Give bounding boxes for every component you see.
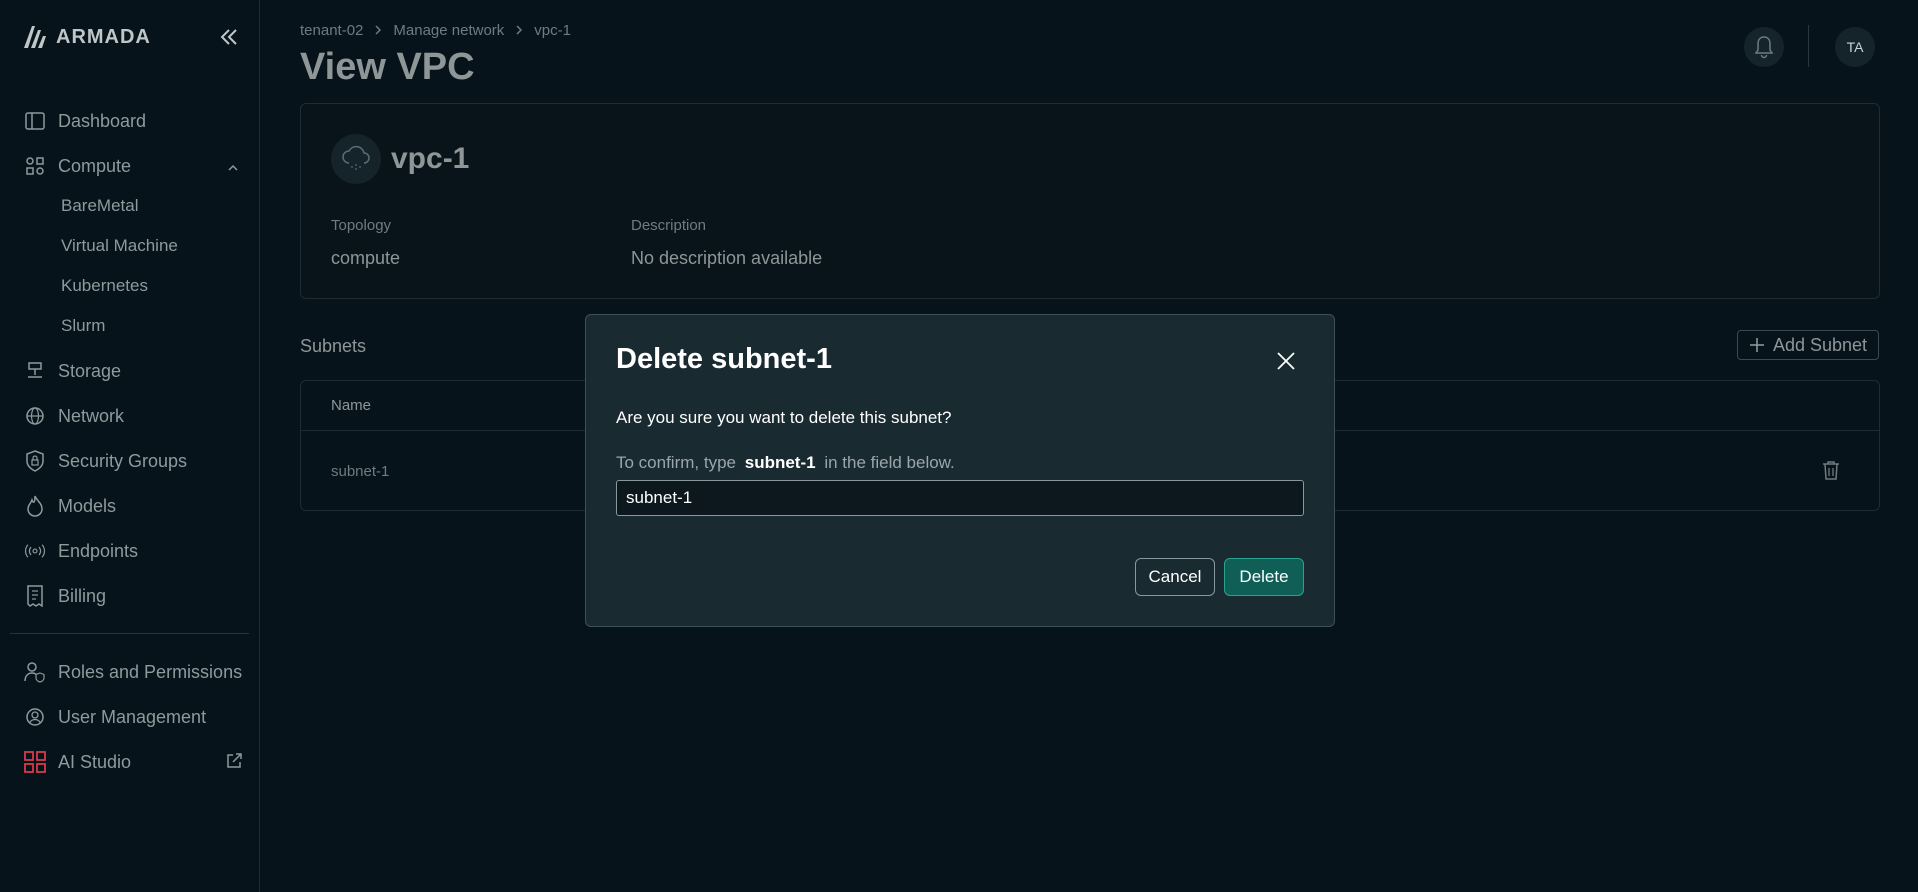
confirm-delete-button[interactable]: Delete [1224, 558, 1304, 596]
sidebar-divider [10, 633, 249, 634]
plus-icon [1749, 338, 1764, 352]
sidebar-item-label: AI Studio [58, 751, 132, 772]
chevron-right-icon [514, 23, 524, 39]
sidebar-item-models[interactable]: Models [0, 488, 259, 524]
armada-logo-icon [24, 26, 46, 48]
topology-label: Topology [331, 217, 392, 234]
dialog-confirm-instruction: To confirm, type subnet-1 in the field b… [616, 453, 955, 473]
dashboard-icon [24, 110, 46, 132]
sidebar-item-roles-and-permissions[interactable]: Roles and Permissions [0, 654, 259, 690]
sidebar-item-endpoints[interactable]: Endpoints [0, 533, 259, 569]
sidebar-item-label: Roles and Permissions [58, 661, 243, 682]
confirm-prefix: To confirm, type [616, 453, 736, 472]
broadcast-icon [24, 540, 46, 562]
breadcrumb-item[interactable]: tenant-02 [300, 22, 363, 39]
sidebar-item-slurm[interactable]: Slurm [0, 308, 259, 344]
vpc-details-card: vpc-1 Topology compute Description No de… [300, 103, 1880, 299]
storage-icon [24, 360, 46, 382]
logo[interactable]: ARMADA [22, 24, 151, 50]
close-icon [1277, 352, 1295, 370]
sidebar-item-label: Models [58, 495, 117, 516]
confirm-name-input[interactable] [616, 480, 1304, 516]
sidebar-item-storage[interactable]: Storage [0, 353, 259, 389]
chevron-right-icon [373, 23, 383, 39]
confirm-name: subnet-1 [744, 453, 816, 472]
sidebar-item-label: Billing [58, 585, 107, 606]
breadcrumb-item[interactable]: Manage network [393, 22, 504, 39]
flame-icon [24, 495, 46, 517]
compute-icon [24, 155, 46, 177]
delete-subnet-button[interactable] [1819, 458, 1843, 482]
sidebar-item-label: Dashboard [58, 110, 147, 131]
sidebar-item-network[interactable]: Network [0, 398, 259, 434]
brand-name: ARMADA [56, 25, 151, 48]
user-shield-icon [24, 661, 46, 683]
vpc-name: vpc-1 [391, 142, 470, 175]
dialog-question: Are you sure you want to delete this sub… [616, 408, 952, 427]
sidebar-item-security-groups[interactable]: Security Groups [0, 443, 259, 479]
sidebar-item-label: Slurm [61, 316, 106, 335]
sidebar-item-compute[interactable]: Compute [0, 148, 259, 184]
description-value: No description available [631, 248, 823, 268]
sidebar-item-billing[interactable]: Billing [0, 578, 259, 614]
breadcrumb: tenant-02 Manage network vpc-1 [300, 22, 571, 39]
subnets-title: Subnets [300, 336, 367, 356]
sidebar-item-label: Network [58, 405, 125, 426]
cloud-icon [331, 134, 381, 184]
external-link-icon [225, 752, 243, 775]
trash-icon [1823, 461, 1839, 480]
add-subnet-button[interactable]: Add Subnet [1737, 330, 1879, 360]
sidebar: ARMADA Dashboard Compute BareMetal Virtu… [0, 0, 260, 892]
notifications-button[interactable] [1744, 27, 1784, 67]
header-divider [1808, 25, 1809, 67]
double-chevron-left-icon [220, 29, 237, 45]
sidebar-item-virtual-machine[interactable]: Virtual Machine [0, 228, 259, 264]
sidebar-item-label: Virtual Machine [61, 236, 178, 255]
sidebar-item-kubernetes[interactable]: Kubernetes [0, 268, 259, 304]
confirm-suffix: in the field below. [824, 453, 955, 472]
sidebar-item-label: Endpoints [58, 540, 139, 561]
delete-subnet-dialog: Delete subnet-1 Are you sure you want to… [585, 314, 1335, 627]
description-label: Description [631, 217, 707, 234]
collapse-sidebar-button[interactable] [216, 24, 242, 50]
sidebar-item-label: Compute [58, 155, 132, 176]
avatar[interactable]: TA [1835, 27, 1875, 67]
user-gear-icon [24, 706, 46, 728]
sidebar-item-dashboard[interactable]: Dashboard [0, 103, 259, 139]
page-title: View VPC [300, 46, 475, 88]
close-dialog-button[interactable] [1272, 347, 1300, 375]
chevron-up-icon [227, 158, 239, 179]
cancel-button[interactable]: Cancel [1135, 558, 1215, 596]
sidebar-item-label: Storage [58, 360, 122, 381]
globe-icon [24, 405, 46, 427]
grid-apps-icon [24, 751, 46, 773]
sidebar-item-ai-studio[interactable]: AI Studio [0, 744, 259, 780]
sidebar-item-label: Kubernetes [61, 276, 148, 295]
column-header-name: Name [331, 397, 372, 414]
shield-lock-icon [24, 450, 46, 472]
bell-icon [1754, 36, 1774, 59]
sidebar-item-label: User Management [58, 706, 207, 727]
topology-value: compute [331, 248, 401, 268]
breadcrumb-item: vpc-1 [534, 22, 571, 39]
add-subnet-label: Add Subnet [1772, 334, 1868, 355]
sidebar-item-baremetal[interactable]: BareMetal [0, 188, 259, 224]
dialog-title: Delete subnet-1 [616, 343, 832, 375]
sidebar-item-user-management[interactable]: User Management [0, 699, 259, 735]
sidebar-item-label: Security Groups [58, 450, 188, 471]
sidebar-item-label: BareMetal [61, 196, 139, 215]
receipt-icon [24, 585, 46, 607]
subnet-name-cell: subnet-1 [331, 463, 390, 480]
